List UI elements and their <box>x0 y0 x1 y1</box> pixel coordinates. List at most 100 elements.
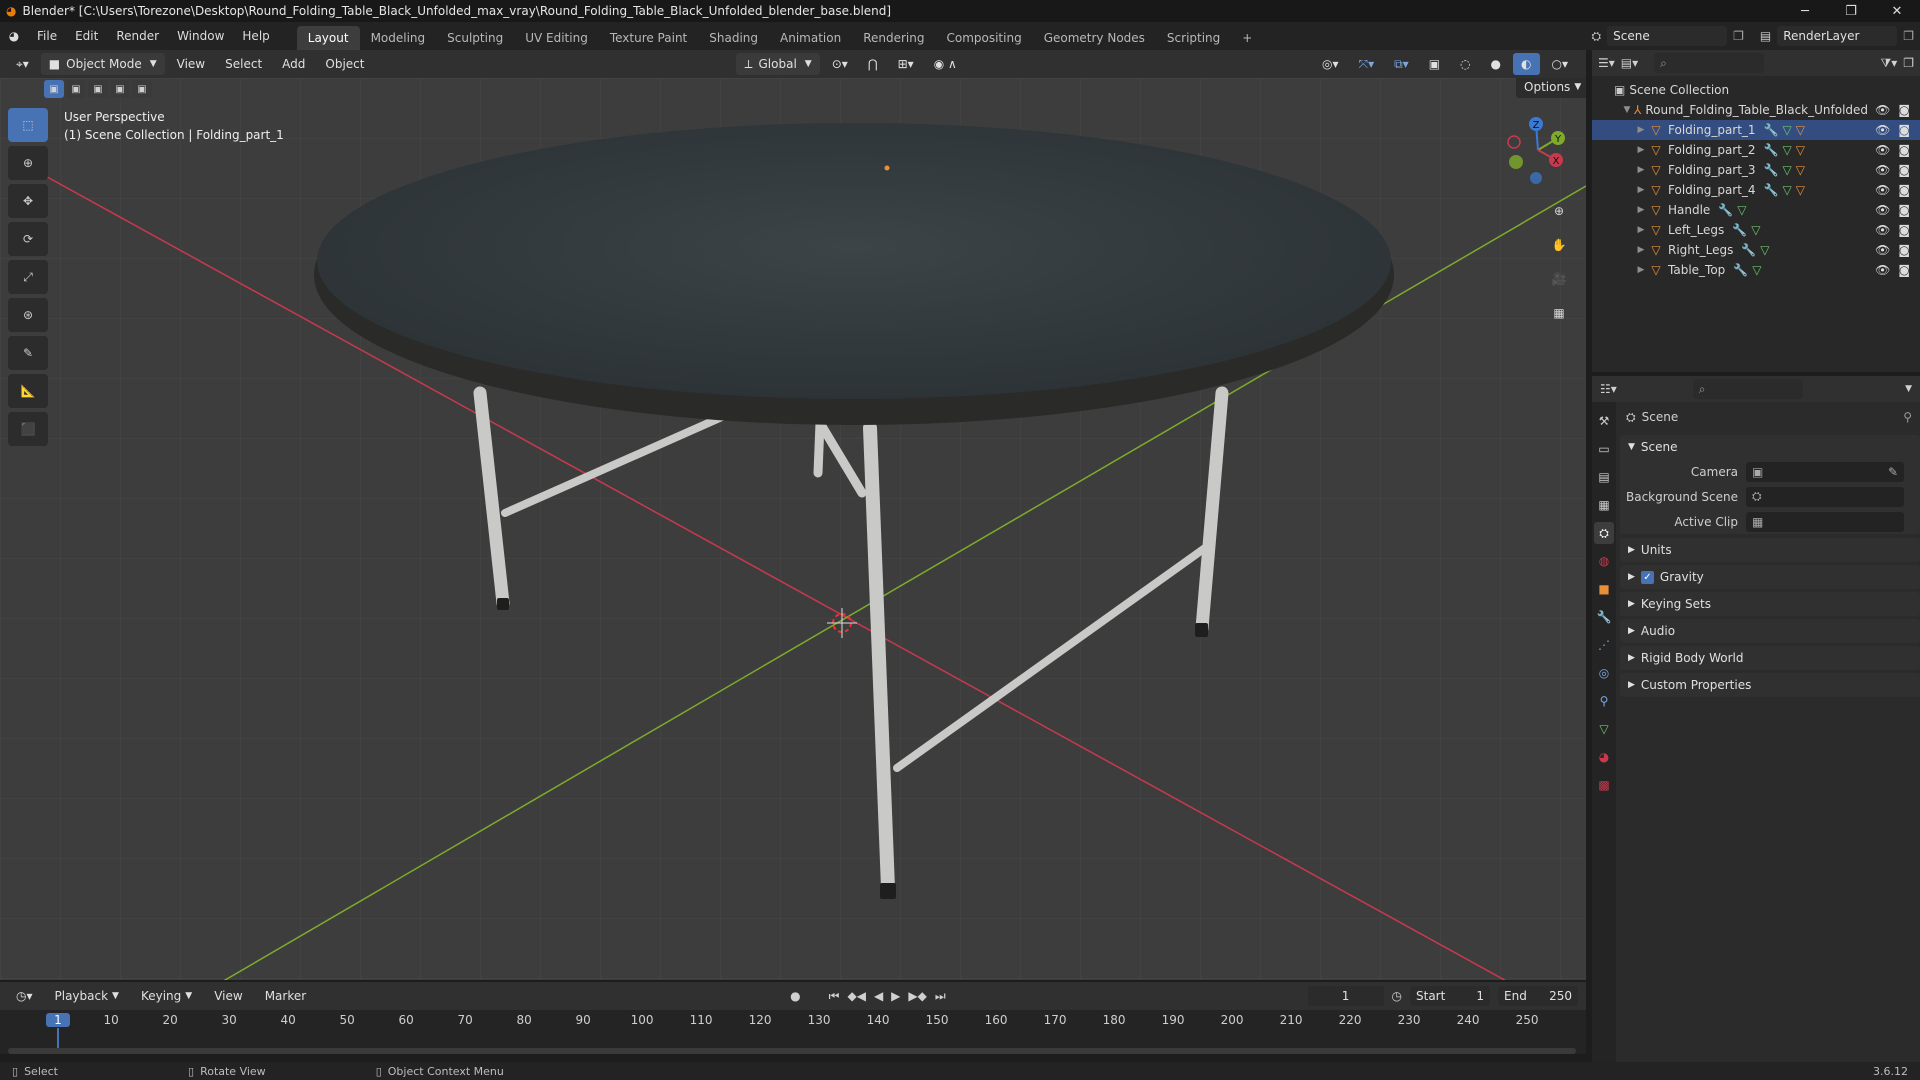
zoom-icon[interactable]: ⊕ <box>1546 198 1572 224</box>
tab-geometry-nodes[interactable]: Geometry Nodes <box>1033 26 1156 50</box>
add-workspace-button[interactable]: + <box>1231 26 1263 50</box>
menu-playback[interactable]: Playback ▼ <box>47 985 127 1007</box>
expand-arrow-icon[interactable]: ▶ <box>1634 165 1648 175</box>
audio-panel[interactable]: ▶ Audio <box>1620 619 1920 643</box>
tab-uv-editing[interactable]: UV Editing <box>514 26 599 50</box>
material-tab-icon[interactable]: ◕ <box>1594 746 1614 768</box>
mode-selector[interactable]: ■ Object Mode ▼ <box>40 53 165 75</box>
select-box-tool[interactable]: ⬚ <box>8 108 48 142</box>
menu-render[interactable]: Render <box>107 22 168 50</box>
playhead-line[interactable] <box>57 1028 59 1048</box>
expand-arrow-icon[interactable]: ▶ <box>1634 205 1648 215</box>
outliner-item-folding-part-1[interactable]: ▶ ▽ Folding_part_1 🔧 ▽ ▽ 👁 ◙ <box>1592 120 1920 140</box>
view-layer-selector[interactable]: RenderLayer <box>1777 26 1898 46</box>
shading-material-button[interactable]: ◐ <box>1513 53 1540 75</box>
expand-arrow-icon[interactable]: ▶ <box>1634 125 1648 135</box>
camera-icon[interactable]: ◙ <box>1898 203 1910 217</box>
editor-type-button[interactable]: ⌖▾ <box>8 53 37 75</box>
expand-arrow-icon[interactable]: ▶ <box>1634 245 1648 255</box>
3d-viewport[interactable]: User Perspective (1) Scene Collection | … <box>0 78 1586 980</box>
mesh-data-icon[interactable]: ▽ <box>1737 203 1746 217</box>
outliner-editor-icon[interactable]: ☰▾ <box>1598 56 1615 70</box>
new-collection-icon[interactable]: ❐ <box>1903 56 1914 70</box>
eye-icon[interactable]: 👁 <box>1875 223 1890 237</box>
output-tab-icon[interactable]: ▤ <box>1594 466 1614 488</box>
camera-icon[interactable]: ◙ <box>1898 163 1910 177</box>
mesh-data-icon[interactable]: ▽ <box>1752 263 1761 277</box>
move-tool[interactable]: ✥ <box>8 184 48 218</box>
annotate-tool[interactable]: ✎ <box>8 336 48 370</box>
pivot-point-button[interactable]: ⊙▾ <box>824 53 856 75</box>
menu-keying[interactable]: Keying ▼ <box>133 985 200 1007</box>
modifier-tab-icon[interactable]: 🔧 <box>1594 606 1614 628</box>
prev-keyframe-icon[interactable]: ◆◀ <box>847 989 865 1003</box>
menu-edit[interactable]: Edit <box>66 22 107 50</box>
object-tab-icon[interactable]: ■ <box>1594 578 1614 600</box>
camera-view-icon[interactable]: 🎥 <box>1546 266 1572 292</box>
eye-icon[interactable]: 👁 <box>1875 123 1890 137</box>
scene-selector[interactable]: Scene <box>1607 26 1728 46</box>
camera-icon[interactable]: ◙ <box>1898 243 1910 257</box>
snap-target-button[interactable]: ⊞▾ <box>890 53 922 75</box>
select-invert-icon[interactable]: ▣ <box>110 80 130 98</box>
snap-button[interactable]: ⋂ <box>860 53 886 75</box>
material-icon[interactable]: ▽ <box>1796 163 1805 177</box>
gravity-checkbox[interactable]: ✓ <box>1640 570 1654 584</box>
menu-select[interactable]: Select <box>217 53 270 75</box>
jump-start-icon[interactable]: ⏮ <box>829 989 840 1004</box>
xray-toggle-button[interactable]: ▣ <box>1421 53 1448 75</box>
expand-arrow-icon[interactable]: ▶ <box>1634 185 1648 195</box>
wrench-icon[interactable]: 🔧 <box>1764 163 1779 177</box>
add-cube-tool[interactable]: ⬛ <box>8 412 48 446</box>
mesh-data-icon[interactable]: ▽ <box>1760 243 1769 257</box>
collection-row[interactable]: ▼ ⅄ Round_Folding_Table_Black_Unfolded 👁… <box>1592 100 1920 120</box>
mesh-data-icon[interactable]: ▽ <box>1783 143 1792 157</box>
blender-menu-icon[interactable]: ◕ <box>0 29 28 43</box>
gizmo-toggle-button[interactable]: ⤧▾ <box>1350 53 1382 75</box>
tab-texture-paint[interactable]: Texture Paint <box>599 26 698 50</box>
outliner-item-table-top[interactable]: ▶ ▽ Table_Top 🔧 ▽ 👁 ◙ <box>1592 260 1920 280</box>
menu-object[interactable]: Object <box>317 53 372 75</box>
custom-properties-panel[interactable]: ▶ Custom Properties <box>1620 673 1920 697</box>
current-frame-field[interactable]: 1 <box>1307 986 1384 1006</box>
physics-tab-icon[interactable]: ◎ <box>1594 662 1614 684</box>
wrench-icon[interactable]: 🔧 <box>1764 183 1779 197</box>
outliner-item-folding-part-3[interactable]: ▶ ▽ Folding_part_3 🔧 ▽ ▽ 👁 ◙ <box>1592 160 1920 180</box>
material-icon[interactable]: ▽ <box>1796 123 1805 137</box>
scene-collection-row[interactable]: ▣ Scene Collection <box>1592 80 1920 100</box>
wrench-icon[interactable]: 🔧 <box>1733 263 1748 277</box>
tab-sculpting[interactable]: Sculpting <box>436 26 514 50</box>
select-new-icon[interactable]: ▣ <box>44 80 64 98</box>
menu-timeline-view[interactable]: View <box>206 985 250 1007</box>
camera-icon[interactable]: ◙ <box>1898 223 1910 237</box>
shading-rendered-button[interactable]: ○▾ <box>1544 53 1577 75</box>
options-button[interactable]: Options ▼ <box>1516 78 1586 98</box>
outliner-item-right-legs[interactable]: ▶ ▽ Right_Legs 🔧 ▽ 👁 ◙ <box>1592 240 1920 260</box>
record-icon[interactable]: ● <box>790 989 800 1003</box>
menu-help[interactable]: Help <box>233 22 278 50</box>
menu-window[interactable]: Window <box>168 22 233 50</box>
eye-icon[interactable]: 👁 <box>1875 103 1890 117</box>
expand-arrow-icon[interactable]: ▶ <box>1634 265 1648 275</box>
timeline-body[interactable]: 1 10 20 30 40 50 60 70 80 90 100 110 120 130 140 150 160… <box>0 1010 1586 1054</box>
active-clip-field[interactable]: ▦ <box>1746 511 1904 532</box>
particles-tab-icon[interactable]: ⋰ <box>1594 634 1614 656</box>
camera-icon[interactable]: ◙ <box>1898 263 1910 277</box>
camera-field[interactable]: ▣ ✎ <box>1746 461 1904 482</box>
background-scene-field[interactable]: ⛭ <box>1746 486 1904 507</box>
properties-editor-icon[interactable]: ☷▾ <box>1600 382 1617 396</box>
transform-tool[interactable]: ⊛ <box>8 298 48 332</box>
end-frame-field[interactable]: End 250 <box>1498 986 1578 1006</box>
eyedropper-icon[interactable]: ✎ <box>1888 465 1904 479</box>
material-icon[interactable]: ▽ <box>1796 143 1805 157</box>
scale-tool[interactable]: ⤢ <box>8 260 48 294</box>
tab-modeling[interactable]: Modeling <box>360 26 437 50</box>
tool-tab-icon[interactable]: ⚒ <box>1594 410 1614 432</box>
camera-icon[interactable]: ◙ <box>1898 123 1910 137</box>
data-tab-icon[interactable]: ▽ <box>1594 718 1614 740</box>
close-button[interactable]: ✕ <box>1874 4 1920 19</box>
maximize-button[interactable]: ❐ <box>1828 4 1874 19</box>
outliner-item-folding-part-2[interactable]: ▶ ▽ Folding_part_2 🔧 ▽ ▽ 👁 ◙ <box>1592 140 1920 160</box>
scene-tab-icon[interactable]: ⛭ <box>1594 522 1614 544</box>
material-icon[interactable]: ▽ <box>1796 183 1805 197</box>
